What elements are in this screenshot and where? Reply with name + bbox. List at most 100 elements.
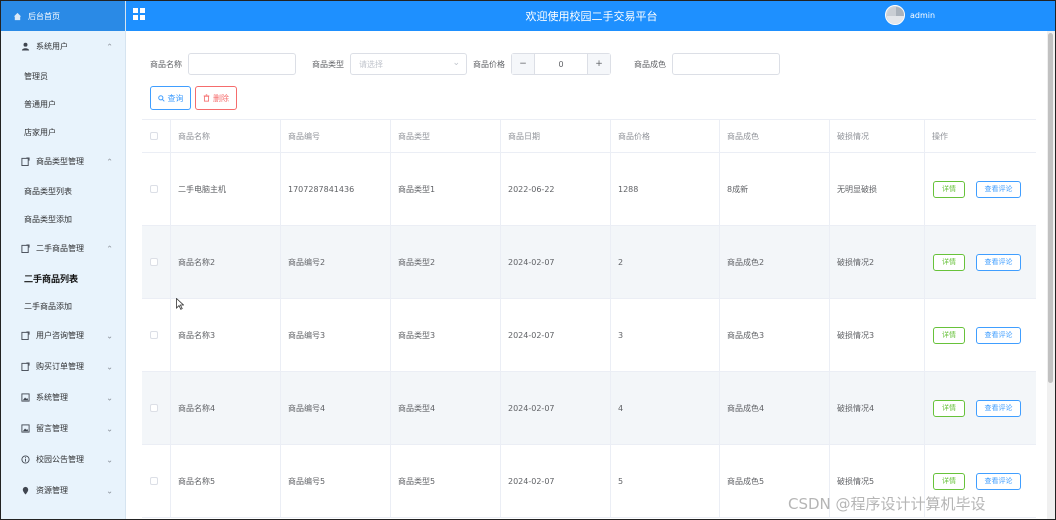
column-header: 操作: [932, 131, 948, 141]
row-checkbox-cell: [142, 299, 171, 371]
sidebar-group-messages[interactable]: 留言管理 ⌄: [1, 413, 125, 444]
cell-name: 商品名称4: [171, 372, 281, 444]
row-checkbox[interactable]: [150, 331, 158, 339]
price-label: 商品价格: [473, 59, 505, 69]
sidebar-group-announcements[interactable]: 校园公告管理 ⌄: [1, 444, 125, 475]
chevron-up-icon: ⌃: [106, 244, 113, 253]
view-reviews-button[interactable]: 查看评论: [976, 326, 1021, 344]
sidebar-group-orders[interactable]: 购买订单管理 ⌄: [1, 351, 125, 382]
vertical-scrollbar[interactable]: [1047, 31, 1055, 519]
cell-condition: 商品成色3: [720, 299, 830, 371]
name-input[interactable]: [188, 53, 296, 75]
home-icon: [13, 12, 22, 20]
sidebar: 后台首页 系统用户 ⌃ 管理员 普通用户 店家用户 商品类型管理 ⌃ 商品类型列…: [1, 1, 126, 519]
product-table: 商品名称 商品编号 商品类型 商品日期 商品价格 商品成色 破损情况 操作 二手…: [142, 119, 1036, 518]
view-reviews-button[interactable]: 查看评论: [976, 399, 1021, 417]
detail-button[interactable]: 详情: [933, 326, 965, 344]
select-all-checkbox[interactable]: [150, 132, 158, 140]
price-value[interactable]: 0: [534, 54, 588, 74]
sidebar-item-secondhand-add[interactable]: 二手商品添加: [1, 292, 125, 320]
table-row: 二手电脑主机 1707287841436 商品类型1 2022-06-22 12…: [142, 153, 1036, 226]
sidebar-group-secondhand-products[interactable]: 二手商品管理 ⌃: [1, 233, 125, 264]
row-checkbox[interactable]: [150, 185, 158, 193]
cell-code: 商品编号5: [281, 445, 391, 517]
cell-type: 商品类型3: [391, 299, 501, 371]
avatar[interactable]: [885, 5, 905, 25]
sidebar-group-resources[interactable]: 资源管理 ⌄: [1, 475, 125, 506]
cell-code: 商品编号2: [281, 226, 391, 298]
username[interactable]: admin: [910, 11, 935, 20]
chevron-down-icon: ⌄: [106, 486, 113, 495]
decrement-button[interactable]: −: [512, 54, 534, 74]
cell-name: 二手电脑主机: [171, 153, 281, 225]
cell-name: 商品名称2: [171, 226, 281, 298]
sidebar-group-system[interactable]: 系统管理 ⌄: [1, 382, 125, 413]
cell-code: 商品编号3: [281, 299, 391, 371]
cell-damage: 破损情况3: [830, 299, 925, 371]
cell-name: 商品名称5: [171, 445, 281, 517]
image-icon: [21, 393, 30, 402]
sidebar-item-label: 店家用户: [24, 127, 56, 137]
doc-icon: [21, 331, 30, 340]
view-reviews-button[interactable]: 查看评论: [976, 472, 1021, 490]
sidebar-item-label: 商品类型列表: [24, 186, 72, 196]
row-checkbox[interactable]: [150, 258, 158, 266]
delete-label: 删除: [213, 93, 229, 103]
detail-button[interactable]: 详情: [933, 399, 965, 417]
row-checkbox-cell: [142, 153, 171, 225]
watermark: CSDN @程序设计计算机毕设: [788, 495, 986, 513]
sidebar-item-label: 资源管理: [36, 486, 68, 495]
cell-actions: 详情 查看评论: [925, 299, 1036, 371]
sidebar-group-system-users[interactable]: 系统用户 ⌃: [1, 31, 125, 62]
detail-button[interactable]: 详情: [933, 472, 965, 490]
query-button[interactable]: 查询: [150, 86, 191, 110]
detail-button[interactable]: 详情: [933, 180, 965, 198]
sidebar-item-shop-users[interactable]: 店家用户: [1, 118, 125, 146]
cell-price: 4: [611, 372, 720, 444]
column-header: 破损情况: [830, 120, 925, 152]
row-checkbox[interactable]: [150, 404, 158, 412]
search-form: 商品名称 商品类型 请选择 ⌄ 商品价格 − 0 + 商品成色: [150, 53, 780, 75]
row-checkbox[interactable]: [150, 477, 158, 485]
sidebar-group-product-types[interactable]: 商品类型管理 ⌃: [1, 146, 125, 177]
delete-button[interactable]: 删除: [195, 86, 237, 110]
row-checkbox-cell: [142, 445, 171, 517]
row-checkbox-cell: [142, 372, 171, 444]
sidebar-item-label: 系统用户: [36, 42, 68, 51]
sidebar-item-label: 用户咨询管理: [36, 331, 84, 340]
condition-input[interactable]: [672, 53, 780, 75]
sidebar-item-product-type-list[interactable]: 商品类型列表: [1, 177, 125, 205]
chevron-down-icon: ⌄: [106, 455, 113, 464]
sidebar-group-user-consult[interactable]: 用户咨询管理 ⌄: [1, 320, 125, 351]
table-row: 商品名称3 商品编号3 商品类型3 2024-02-07 3 商品成色3 破损情…: [142, 299, 1036, 372]
sidebar-item-secondhand-list[interactable]: 二手商品列表: [1, 264, 125, 292]
cell-date: 2022-06-22: [501, 153, 611, 225]
sidebar-item-label: 二手商品列表: [24, 274, 79, 285]
cell-actions: 详情 查看评论: [925, 153, 1036, 225]
cell-code: 1707287841436: [281, 153, 391, 225]
chevron-down-icon: ⌄: [106, 331, 113, 340]
column-header: 商品成色: [720, 120, 830, 152]
column-header: 商品日期: [501, 120, 611, 152]
detail-button[interactable]: 详情: [933, 253, 965, 271]
scrollbar-thumb[interactable]: [1048, 33, 1053, 383]
chevron-down-icon: ⌄: [106, 393, 113, 402]
sidebar-home[interactable]: 后台首页: [1, 1, 125, 31]
view-reviews-button[interactable]: 查看评论: [976, 253, 1021, 271]
type-select[interactable]: 请选择 ⌄: [350, 53, 467, 75]
chevron-up-icon: ⌃: [106, 42, 113, 51]
doc-icon: [21, 157, 30, 166]
cell-code: 商品编号4: [281, 372, 391, 444]
image-icon: [21, 424, 30, 433]
cell-damage: 无明显破损: [830, 153, 925, 225]
view-reviews-button[interactable]: 查看评论: [976, 180, 1021, 198]
sidebar-item-admin[interactable]: 管理员: [1, 62, 125, 90]
increment-button[interactable]: +: [588, 54, 610, 74]
app-window: 后台首页 系统用户 ⌃ 管理员 普通用户 店家用户 商品类型管理 ⌃ 商品类型列…: [0, 0, 1056, 520]
condition-label: 商品成色: [634, 59, 666, 69]
column-header: 商品价格: [611, 120, 720, 152]
cell-price: 3: [611, 299, 720, 371]
sidebar-item-product-type-add[interactable]: 商品类型添加: [1, 205, 125, 233]
sidebar-item-normal-users[interactable]: 普通用户: [1, 90, 125, 118]
price-stepper[interactable]: − 0 +: [511, 53, 611, 75]
